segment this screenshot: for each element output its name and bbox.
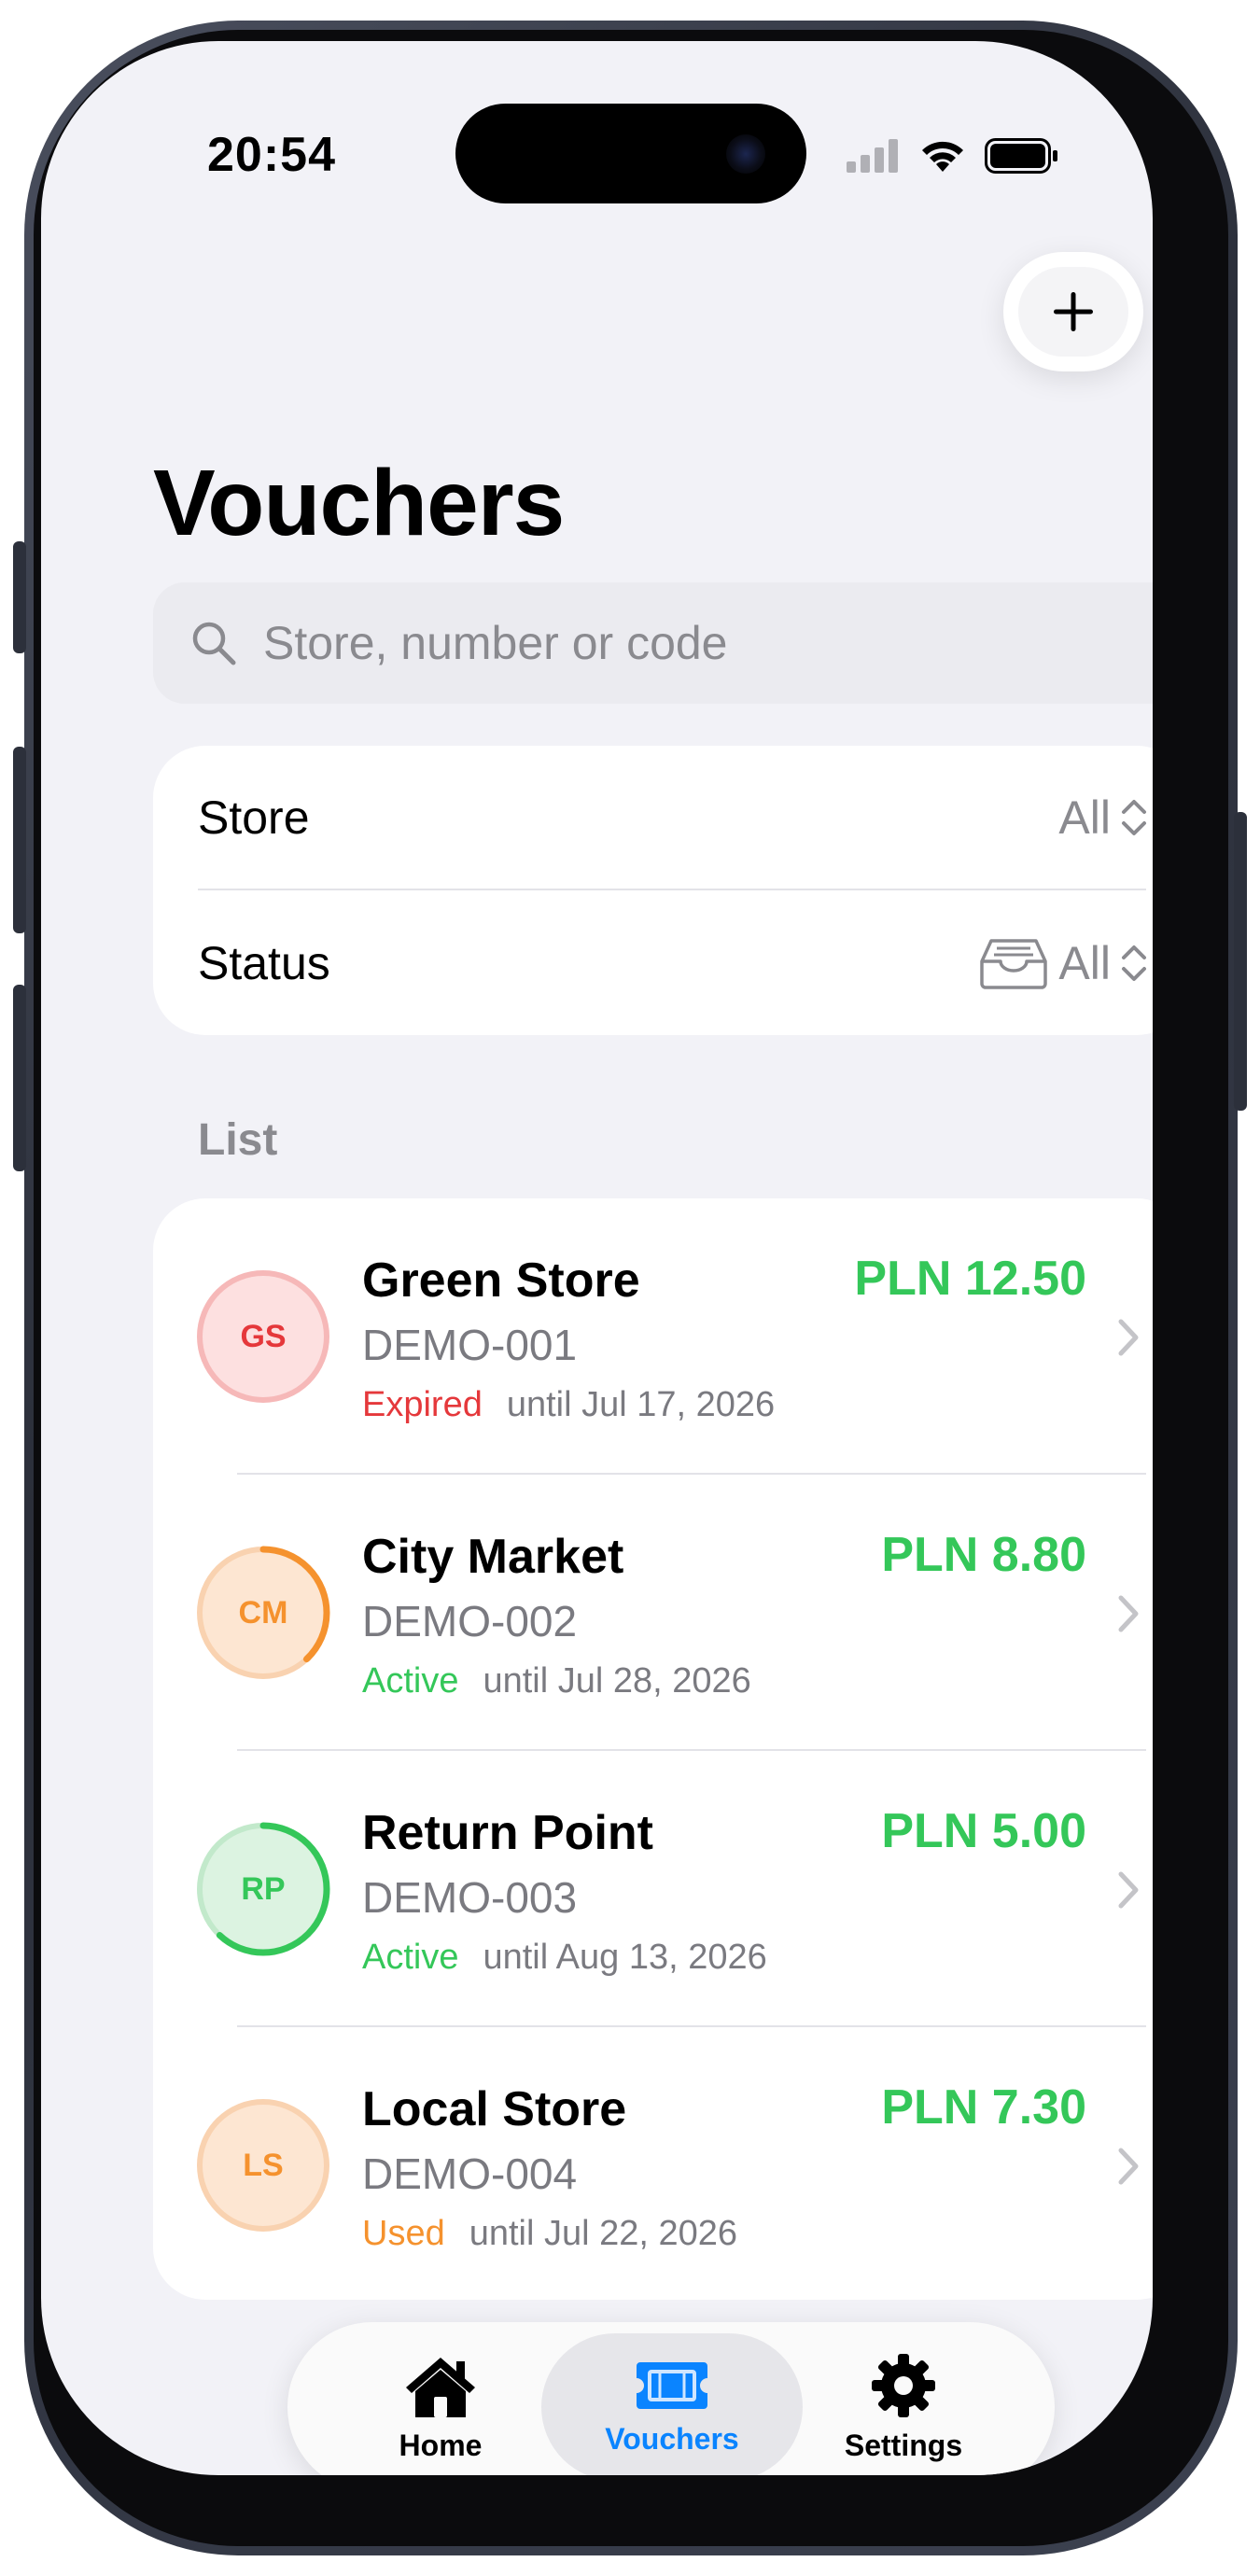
list-section-header: List — [198, 1115, 278, 1165]
store-name: City Market — [362, 1530, 624, 1584]
voucher-row[interactable]: LS Local Store DEMO-004 Used until Jul 2… — [153, 2027, 1153, 2300]
voucher-amount: PLN 7.30 — [881, 2080, 1086, 2135]
expiry-date: until Jul 28, 2026 — [483, 1661, 751, 1701]
ticket-icon — [637, 2361, 707, 2409]
filter-divider — [198, 889, 1146, 890]
camera-lens — [726, 134, 765, 174]
filter-card: Store All Status All — [153, 746, 1153, 1035]
store-avatar: CM — [194, 1544, 332, 1682]
status-filter-picker[interactable]: All — [978, 936, 1148, 990]
expiry-date: until Jul 17, 2026 — [506, 1385, 776, 1424]
tab-settings[interactable]: Settings — [773, 2333, 1034, 2475]
search-icon — [192, 622, 236, 665]
store-initials: LS — [243, 2147, 284, 2183]
app-screen: 20:54 Vouchers Store, number or code Sto… — [41, 41, 1153, 2475]
tray-icon — [980, 939, 1048, 989]
voucher-code: DEMO-002 — [362, 1597, 578, 1645]
status-label: Used — [362, 2214, 445, 2253]
store-name: Local Store — [362, 2082, 627, 2136]
status-label: Expired — [362, 1385, 483, 1424]
status-icons — [847, 138, 1059, 174]
volume-up-button — [13, 747, 26, 933]
voucher-code: DEMO-003 — [362, 1873, 578, 1922]
action-button — [13, 541, 26, 653]
voucher-row[interactable]: CM City Market DEMO-002 Active until Jul… — [153, 1475, 1153, 1751]
tab-label: Vouchers — [605, 2421, 739, 2456]
store-name: Return Point — [362, 1806, 653, 1860]
store-filter-value: All — [1058, 791, 1111, 844]
chevron-right-icon — [1118, 2148, 1139, 2185]
voucher-code: DEMO-004 — [362, 2149, 578, 2198]
add-button-inner — [1018, 267, 1128, 357]
tab-vouchers[interactable]: Vouchers — [541, 2333, 803, 2475]
gear-icon — [872, 2353, 935, 2417]
store-filter-row[interactable]: Store All — [198, 746, 1148, 889]
store-initials: GS — [240, 1318, 287, 1354]
volume-down-button — [13, 985, 26, 1171]
voucher-list: GS Green Store DEMO-001 Expired until Ju… — [153, 1198, 1153, 2300]
chevron-right-icon — [1118, 1595, 1139, 1632]
voucher-meta: Active until Aug 13, 2026 — [362, 1938, 767, 1978]
house-icon — [406, 2357, 475, 2417]
store-initials: CM — [238, 1594, 288, 1631]
store-avatar: RP — [194, 1820, 332, 1958]
page-title: Vouchers — [153, 451, 565, 555]
power-button — [1234, 812, 1247, 1111]
store-name: Green Store — [362, 1253, 640, 1308]
expiry-date: until Aug 13, 2026 — [483, 1938, 767, 1977]
store-avatar: LS — [194, 2096, 332, 2234]
chevron-right-icon — [1118, 1319, 1139, 1356]
store-initials: RP — [241, 1870, 286, 1907]
wifi-icon — [922, 141, 963, 172]
status-filter-label: Status — [198, 937, 330, 989]
tab-label: Home — [399, 2428, 483, 2462]
status-label: Active — [362, 1661, 459, 1701]
tab-bar: Home Vouchers Settings — [287, 2322, 1055, 2475]
voucher-meta: Active until Jul 28, 2026 — [362, 1661, 751, 1701]
plus-icon — [1054, 292, 1093, 331]
voucher-row[interactable]: RP Return Point DEMO-003 Active until Au… — [153, 1751, 1153, 2027]
voucher-amount: PLN 5.00 — [881, 1804, 1086, 1858]
status-filter-row[interactable]: Status All — [198, 891, 1148, 1035]
battery-icon — [985, 138, 1057, 174]
voucher-amount: PLN 12.50 — [854, 1252, 1086, 1306]
tab-label: Settings — [844, 2428, 963, 2462]
store-avatar: GS — [194, 1267, 332, 1406]
store-filter-picker[interactable]: All — [1058, 791, 1148, 845]
chevron-up-down-icon — [1122, 800, 1146, 835]
voucher-row[interactable]: GS Green Store DEMO-001 Expired until Ju… — [153, 1198, 1153, 1475]
cellular-signal-icon — [847, 139, 898, 173]
status-time: 20:54 — [207, 128, 336, 182]
chevron-right-icon — [1118, 1871, 1139, 1909]
voucher-meta: Expired until Jul 17, 2026 — [362, 1385, 775, 1425]
voucher-meta: Used until Jul 22, 2026 — [362, 2214, 737, 2254]
status-label: Active — [362, 1938, 459, 1977]
expiry-date: until Jul 22, 2026 — [469, 2214, 738, 2253]
search-field[interactable]: Store, number or code — [153, 582, 1153, 704]
add-voucher-button[interactable] — [1003, 252, 1143, 371]
search-placeholder: Store, number or code — [263, 617, 728, 669]
dynamic-island — [455, 104, 806, 203]
voucher-amount: PLN 8.80 — [881, 1528, 1086, 1582]
tab-home[interactable]: Home — [310, 2333, 571, 2475]
voucher-code: DEMO-001 — [362, 1321, 578, 1369]
chevron-up-down-icon — [1122, 945, 1146, 981]
store-filter-label: Store — [198, 791, 310, 844]
status-filter-value: All — [1058, 937, 1111, 989]
